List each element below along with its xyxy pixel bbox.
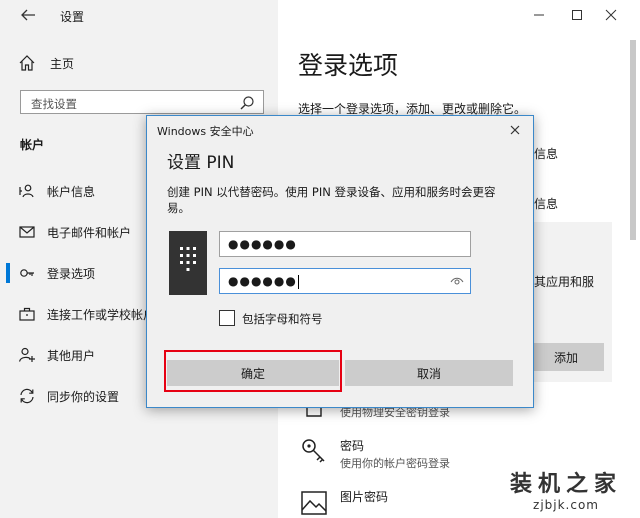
close-icon[interactable] [600, 4, 622, 26]
key-icon [20, 269, 34, 277]
ok-button-highlight [164, 350, 342, 392]
nav-home-label: 主页 [50, 56, 75, 71]
include-letters-checkbox[interactable] [219, 310, 235, 326]
search-placeholder: 查找设置 [31, 97, 77, 111]
dialog-description: 创建 PIN 以代替密码。使用 PIN 登录设备、应用和服务时会更容易。 [167, 185, 496, 215]
picture-icon [301, 491, 327, 515]
watermark-url: zjbjk.com [533, 498, 599, 512]
selected-indicator [6, 263, 10, 283]
search-icon[interactable] [239, 95, 255, 111]
person-card-icon [19, 184, 34, 198]
home-icon [19, 55, 35, 71]
maximize-icon[interactable] [566, 4, 588, 26]
option-title: 图片密码 [340, 490, 389, 504]
include-letters-label: 包括字母和符号 [242, 312, 323, 326]
mail-icon [19, 226, 35, 238]
reveal-eye-icon[interactable] [450, 275, 464, 287]
sync-icon [20, 388, 34, 404]
text-caret [297, 274, 299, 289]
sidebar-item-label: 连接工作或学校帐户 [47, 308, 156, 322]
add-button[interactable]: 添加 [528, 343, 604, 371]
confirm-pin-field[interactable]: ●●●●●● [219, 268, 471, 294]
search-input[interactable]: 查找设置 [20, 90, 264, 114]
sidebar-item-label: 同步你的设置 [47, 390, 120, 404]
content-peek-text: 信息 [534, 197, 559, 211]
briefcase-icon [19, 307, 35, 321]
sidebar-item-label: 登录选项 [47, 267, 96, 281]
confirm-pin-text: ●●●●●● [228, 274, 297, 288]
scrollbar[interactable] [630, 40, 636, 240]
section-title: 帐户 [20, 138, 45, 152]
nav-home[interactable]: 主页 [18, 52, 74, 74]
keypad-icon [169, 231, 207, 295]
option-title: 密码 [340, 439, 365, 453]
new-pin-value: ●●●●●● [228, 237, 297, 251]
content-peek-text: 信息 [534, 147, 559, 161]
title-bar: 设置 [0, 0, 640, 30]
app-title: 设置 [60, 10, 85, 24]
cancel-button[interactable]: 取消 [345, 360, 513, 386]
confirm-pin-value: ●●●●●● [228, 274, 299, 289]
content-peek-text: 其应用和服 [534, 275, 595, 289]
minimize-icon[interactable] [528, 4, 550, 26]
dialog-app-title: Windows 安全中心 [157, 125, 254, 138]
back-arrow-icon[interactable] [18, 6, 38, 24]
sidebar-item-label: 帐户信息 [47, 185, 96, 199]
watermark-text: 装机之家 [510, 472, 623, 497]
close-icon[interactable] [507, 122, 523, 138]
key-icon [302, 439, 325, 463]
page-title: 登录选项 [298, 51, 399, 80]
security-key-icon [306, 404, 322, 417]
sidebar-item-label: 其他用户 [47, 349, 96, 363]
person-add-icon [18, 347, 35, 362]
new-pin-field[interactable]: ●●●●●● [219, 231, 471, 257]
option-subtitle: 使用你的帐户密码登录 [340, 457, 450, 470]
sidebar-item-label: 电子邮件和帐户 [47, 226, 132, 240]
dialog-heading: 设置 PIN [167, 153, 235, 173]
watermark: 装机之家 zjbjk.com [510, 466, 622, 512]
